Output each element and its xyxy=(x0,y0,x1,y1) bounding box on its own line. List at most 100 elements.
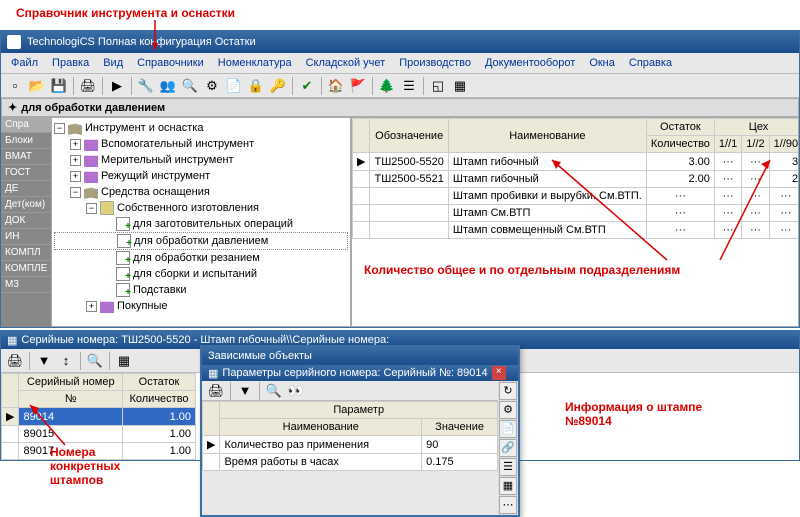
lock-icon[interactable]: 🔒 xyxy=(246,76,266,96)
sidebar-item[interactable]: ДЕ xyxy=(1,181,51,197)
serial-grid[interactable]: Серийный номерОстаток №Количество ▶89014… xyxy=(1,373,196,460)
col-balance[interactable]: Остаток xyxy=(123,374,196,391)
more-icon[interactable]: ⋯ xyxy=(499,496,517,514)
table-row[interactable]: ▶890141.00 xyxy=(2,408,196,426)
run-icon[interactable]: ▶ xyxy=(107,76,127,96)
tree-item[interactable]: Мерительный инструмент xyxy=(101,154,234,166)
col-name[interactable]: Наименование xyxy=(220,419,422,436)
list-icon[interactable]: ☰ xyxy=(499,458,517,476)
filter-icon[interactable]: ▼ xyxy=(235,381,255,401)
tree-item[interactable]: Средства оснащения xyxy=(101,186,210,198)
print-icon[interactable]: 🖨 xyxy=(78,76,98,96)
expand-icon[interactable]: + xyxy=(70,155,81,166)
expand-icon[interactable]: − xyxy=(70,187,81,198)
list-icon[interactable]: ☰ xyxy=(399,76,419,96)
tree-item[interactable]: Собственного изготовления xyxy=(117,202,259,214)
expand-icon[interactable]: + xyxy=(70,171,81,182)
col-shop2[interactable]: 1//2 xyxy=(742,136,769,153)
sidebar-item[interactable]: Дет(ком) xyxy=(1,197,51,213)
key-icon[interactable]: 🔑 xyxy=(268,76,288,96)
menu-production[interactable]: Производство xyxy=(393,55,477,71)
expand-icon[interactable]: + xyxy=(86,301,97,312)
tree-item[interactable]: Покупные xyxy=(117,300,168,312)
find-icon[interactable]: 🔍 xyxy=(180,76,200,96)
tree-item[interactable]: Вспомогательный инструмент xyxy=(101,138,254,150)
menu-file[interactable]: Файл xyxy=(5,55,44,71)
table-row[interactable]: 890171.00 xyxy=(2,443,196,460)
users-icon[interactable]: 👥 xyxy=(158,76,178,96)
tile-icon[interactable]: ▦ xyxy=(450,76,470,96)
tree-root[interactable]: Инструмент и оснастка xyxy=(85,122,203,134)
filter-icon[interactable]: ▼ xyxy=(34,351,54,371)
sidebar-item[interactable]: ГОСТ xyxy=(1,165,51,181)
wrench-icon[interactable]: 🔧 xyxy=(136,76,156,96)
main-grid[interactable]: Обозначение Наименование Остаток Цех Кол… xyxy=(351,117,799,327)
col-value[interactable]: Значение xyxy=(422,419,498,436)
col-serial[interactable]: Серийный номер xyxy=(19,374,123,391)
menu-help[interactable]: Справка xyxy=(623,55,678,71)
doc-icon[interactable]: 📄 xyxy=(499,420,517,438)
table-row[interactable]: ▶Количество раз применения90 xyxy=(203,436,498,454)
flag-icon[interactable]: 🚩 xyxy=(348,76,368,96)
table-row[interactable]: ТШ2500-5521Штамп гибочный2.00······2 xyxy=(353,171,800,188)
house-icon[interactable]: 🏠 xyxy=(326,76,346,96)
binoculars-icon[interactable]: 👀 xyxy=(286,381,306,401)
col-no[interactable]: № xyxy=(19,391,123,408)
menu-docs[interactable]: Документооборот xyxy=(479,55,581,71)
refresh-icon[interactable]: ↻ xyxy=(499,382,517,400)
col-qty[interactable]: Количество xyxy=(646,136,714,153)
cascade-icon[interactable]: ◱ xyxy=(428,76,448,96)
grid-icon[interactable]: ▦ xyxy=(499,477,517,495)
table-row[interactable]: ▶ТШ2500-5520Штамп гибочный3.00······3 xyxy=(353,153,800,171)
table-row[interactable]: Штамп См.ВТП············ xyxy=(353,205,800,222)
tree-item[interactable]: для заготовительных операций xyxy=(133,218,293,230)
table-row[interactable]: 890151.00 xyxy=(2,426,196,443)
menu-edit[interactable]: Правка xyxy=(46,55,95,71)
col-balance[interactable]: Остаток xyxy=(646,119,714,136)
col-shop1[interactable]: 1//1 xyxy=(714,136,741,153)
print-icon[interactable]: 🖨 xyxy=(206,381,226,401)
tree-item[interactable]: Режущий инструмент xyxy=(101,170,210,182)
table-row[interactable]: Штамп пробивки и вырубки. См.ВТП.·······… xyxy=(353,188,800,205)
gear-icon[interactable]: ⚙ xyxy=(202,76,222,96)
link-icon[interactable]: 🔗 xyxy=(499,439,517,457)
col-name[interactable]: Наименование xyxy=(448,119,646,153)
find-icon[interactable]: 🔍 xyxy=(85,351,105,371)
gear-icon[interactable]: ⚙ xyxy=(499,401,517,419)
menu-reference[interactable]: Справочники xyxy=(131,55,210,71)
doc-icon[interactable]: 📄 xyxy=(224,76,244,96)
col-shop[interactable]: Цех xyxy=(714,119,799,136)
sidebar-item[interactable]: М3 xyxy=(1,277,51,293)
tree-item[interactable]: для сборки и испытаний xyxy=(133,268,257,280)
tree-item[interactable]: для обработки резанием xyxy=(133,252,260,264)
param-grid[interactable]: Параметр НаименованиеЗначение ▶Количеств… xyxy=(202,401,498,471)
sidebar-item[interactable]: ДОК xyxy=(1,213,51,229)
col-designation[interactable]: Обозначение xyxy=(370,119,448,153)
close-icon[interactable]: × xyxy=(492,366,506,380)
check-icon[interactable]: ✔ xyxy=(297,76,317,96)
new-icon[interactable]: ▫ xyxy=(5,76,25,96)
col-qty[interactable]: Количество xyxy=(123,391,196,408)
tree-item-selected[interactable]: для обработки давлением xyxy=(134,235,268,247)
sidebar-item[interactable]: КОМПЛЕ xyxy=(1,261,51,277)
sidebar-item[interactable]: ИН xyxy=(1,229,51,245)
print-icon[interactable]: 🖨 xyxy=(5,351,25,371)
col-param[interactable]: Параметр xyxy=(220,402,498,419)
menu-windows[interactable]: Окна xyxy=(583,55,621,71)
sidebar-item[interactable]: Спра xyxy=(1,117,51,133)
table-row[interactable]: Время работы в часах0.175 xyxy=(203,454,498,471)
menu-stock[interactable]: Складской учет xyxy=(300,55,392,71)
expand-icon[interactable]: − xyxy=(54,123,65,134)
tree-icon[interactable]: 🌲 xyxy=(377,76,397,96)
table-row[interactable]: Штамп совмещенный См.ВТП············ xyxy=(353,222,800,239)
tree-panel[interactable]: − Инструмент и оснастка + Вспомогательный … xyxy=(51,117,351,327)
sidebar-item[interactable]: КОМПЛ xyxy=(1,245,51,261)
sidebar-item[interactable]: Блоки xyxy=(1,133,51,149)
find-icon[interactable]: 🔍 xyxy=(264,381,284,401)
sort-icon[interactable]: ↕ xyxy=(56,351,76,371)
save-icon[interactable]: 💾 xyxy=(49,76,69,96)
open-icon[interactable]: 📂 xyxy=(27,76,47,96)
tree-item[interactable]: Подставки xyxy=(133,284,187,296)
sidebar-item[interactable]: ВМАТ xyxy=(1,149,51,165)
expand-icon[interactable]: − xyxy=(86,203,97,214)
